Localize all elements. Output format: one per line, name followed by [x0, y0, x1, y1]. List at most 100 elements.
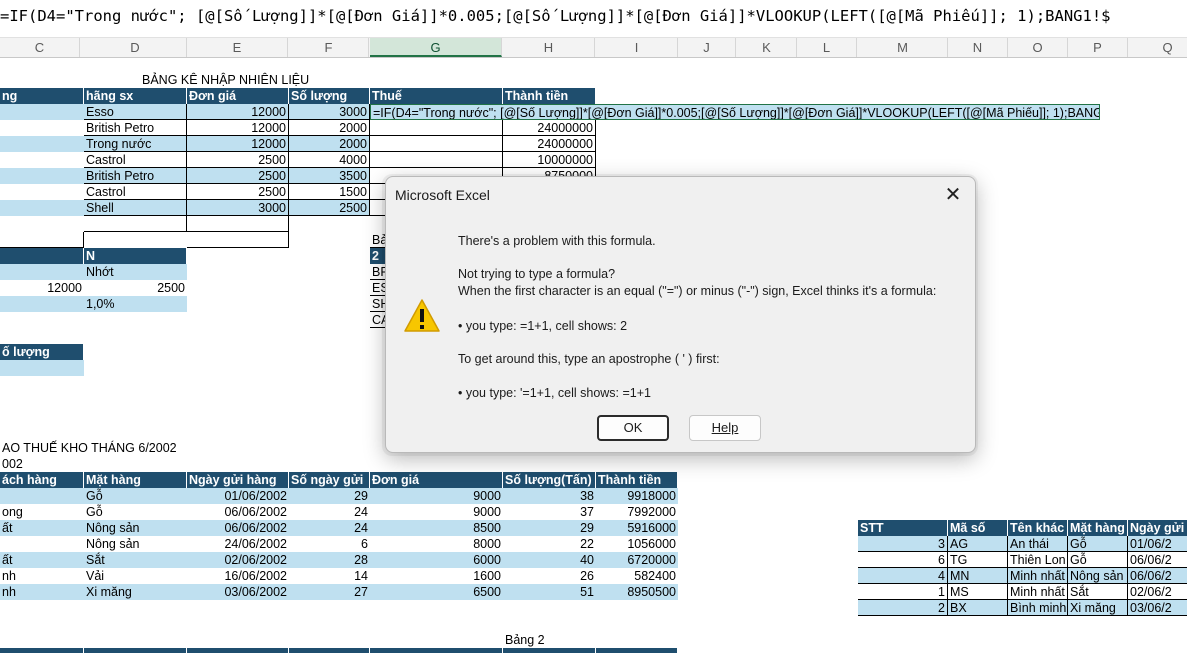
- table-cell[interactable]: 1056000: [596, 536, 678, 552]
- table-cell[interactable]: [0, 184, 84, 200]
- table-cell[interactable]: Xi măng: [1068, 600, 1128, 616]
- table-header[interactable]: [370, 648, 503, 653]
- table-header[interactable]: Số ngày gửi: [289, 472, 370, 488]
- table-cell[interactable]: 02/06/2: [1128, 584, 1187, 600]
- table-header[interactable]: ng: [0, 88, 84, 104]
- column-header[interactable]: I: [596, 38, 678, 57]
- table-cell[interactable]: 38: [503, 488, 596, 504]
- table-cell[interactable]: [0, 136, 84, 152]
- table-cell[interactable]: 12000: [187, 104, 289, 120]
- empty-cell[interactable]: [0, 232, 84, 248]
- table-cell[interactable]: Nhớt: [84, 264, 187, 280]
- table-cell[interactable]: 9918000: [596, 488, 678, 504]
- table-cell[interactable]: 5916000: [596, 520, 678, 536]
- table-cell[interactable]: 7992000: [596, 504, 678, 520]
- table-header[interactable]: [289, 648, 370, 653]
- table-cell[interactable]: Castrol: [84, 184, 187, 200]
- table-cell[interactable]: 03/06/2: [1128, 600, 1187, 616]
- table-cell[interactable]: 2500: [84, 280, 187, 296]
- table-cell[interactable]: [370, 136, 503, 152]
- table-cell[interactable]: 28: [289, 552, 370, 568]
- table-header[interactable]: Mặt hàng: [1068, 520, 1128, 536]
- table-cell[interactable]: [0, 264, 84, 280]
- table-cell[interactable]: MS: [948, 584, 1008, 600]
- table-cell[interactable]: 12000: [0, 280, 84, 296]
- column-header[interactable]: N: [948, 38, 1008, 57]
- table-cell[interactable]: 3000: [289, 104, 370, 120]
- table-cell[interactable]: 16/06/2002: [187, 568, 289, 584]
- table-cell[interactable]: 06/06/2002: [187, 520, 289, 536]
- table-cell[interactable]: [370, 152, 503, 168]
- table-cell[interactable]: Gỗ: [84, 488, 187, 504]
- table-cell[interactable]: TG: [948, 552, 1008, 568]
- table-cell[interactable]: 2500: [187, 184, 289, 200]
- column-header[interactable]: Q: [1128, 38, 1187, 57]
- table-cell[interactable]: Gỗ: [1068, 552, 1128, 568]
- table-cell[interactable]: Trong nước: [84, 136, 187, 152]
- table-cell[interactable]: 27: [289, 584, 370, 600]
- table-cell[interactable]: 12000: [187, 136, 289, 152]
- table-cell[interactable]: 24/06/2002: [187, 536, 289, 552]
- table-cell[interactable]: Sắt: [1068, 584, 1128, 600]
- table-header[interactable]: [0, 648, 84, 653]
- empty-cell[interactable]: [187, 232, 289, 248]
- table-cell[interactable]: Thiên Lon: [1008, 552, 1068, 568]
- table-header[interactable]: Ngày gửi hàng: [187, 472, 289, 488]
- column-header[interactable]: P: [1068, 38, 1128, 57]
- table-cell[interactable]: 1: [858, 584, 948, 600]
- table-header[interactable]: hãng sx: [84, 88, 187, 104]
- formula-bar[interactable]: =IF(D4="Trong nước"; [@[Số Lượng]]*[@[Đơ…: [0, 0, 1187, 33]
- column-header[interactable]: E: [187, 38, 288, 57]
- table-cell[interactable]: 24000000: [503, 136, 596, 152]
- table-cell[interactable]: 22: [503, 536, 596, 552]
- table-cell[interactable]: Gỗ: [1068, 536, 1128, 552]
- table-cell[interactable]: 24: [289, 520, 370, 536]
- table-cell[interactable]: An thái: [1008, 536, 1068, 552]
- table-cell[interactable]: 3: [858, 536, 948, 552]
- table-cell[interactable]: MN: [948, 568, 1008, 584]
- column-header[interactable]: F: [289, 38, 369, 57]
- table-header[interactable]: ố lượng: [0, 344, 84, 360]
- table-header[interactable]: Đơn giá: [187, 88, 289, 104]
- table-cell[interactable]: Shell: [84, 200, 187, 216]
- table-cell[interactable]: 14: [289, 568, 370, 584]
- table-cell[interactable]: British Petro: [84, 120, 187, 136]
- column-header[interactable]: C: [0, 38, 80, 57]
- column-header[interactable]: L: [797, 38, 857, 57]
- table-cell[interactable]: ất: [0, 520, 84, 536]
- table-cell[interactable]: 12000: [187, 120, 289, 136]
- table-cell[interactable]: [0, 200, 84, 216]
- table-cell[interactable]: 29: [503, 520, 596, 536]
- table-cell[interactable]: Minh nhất: [1008, 584, 1068, 600]
- table-cell[interactable]: 1500: [289, 184, 370, 200]
- table-cell[interactable]: [0, 296, 84, 312]
- table-cell[interactable]: 9000: [370, 504, 503, 520]
- table-cell[interactable]: 29: [289, 488, 370, 504]
- empty-cell[interactable]: [84, 216, 187, 232]
- table-header[interactable]: Ngày gửi: [1128, 520, 1187, 536]
- table-cell[interactable]: 4: [858, 568, 948, 584]
- table-cell[interactable]: Vải: [84, 568, 187, 584]
- table-cell[interactable]: 2500: [289, 200, 370, 216]
- table-cell[interactable]: 01/06/2: [1128, 536, 1187, 552]
- table-header[interactable]: ách hàng: [0, 472, 84, 488]
- sheet-title[interactable]: BẢNG KÊ NHẬP NHIÊN LIỆU: [140, 72, 340, 88]
- table-header[interactable]: [84, 648, 187, 653]
- table-cell[interactable]: Esso: [84, 104, 187, 120]
- table-cell[interactable]: nh: [0, 568, 84, 584]
- table-cell[interactable]: [0, 536, 84, 552]
- column-header[interactable]: J: [678, 38, 736, 57]
- table-cell[interactable]: 51: [503, 584, 596, 600]
- table-cell[interactable]: Sắt: [84, 552, 187, 568]
- column-header[interactable]: O: [1008, 38, 1068, 57]
- table-cell[interactable]: British Petro: [84, 168, 187, 184]
- table-cell[interactable]: 2000: [289, 120, 370, 136]
- editing-cell[interactable]: =IF(D4="Trong nước"; [@[Số Lượng]]*[@[Đơ…: [370, 104, 1100, 120]
- column-header[interactable]: D: [84, 38, 187, 57]
- table-cell[interactable]: 06/06/2: [1128, 552, 1187, 568]
- table-cell[interactable]: 6: [289, 536, 370, 552]
- table-cell[interactable]: Bình minh: [1008, 600, 1068, 616]
- table-cell[interactable]: 06/06/2002: [187, 504, 289, 520]
- table-header[interactable]: Số lượng(Tấn): [503, 472, 596, 488]
- table-header[interactable]: Thuế: [370, 88, 503, 104]
